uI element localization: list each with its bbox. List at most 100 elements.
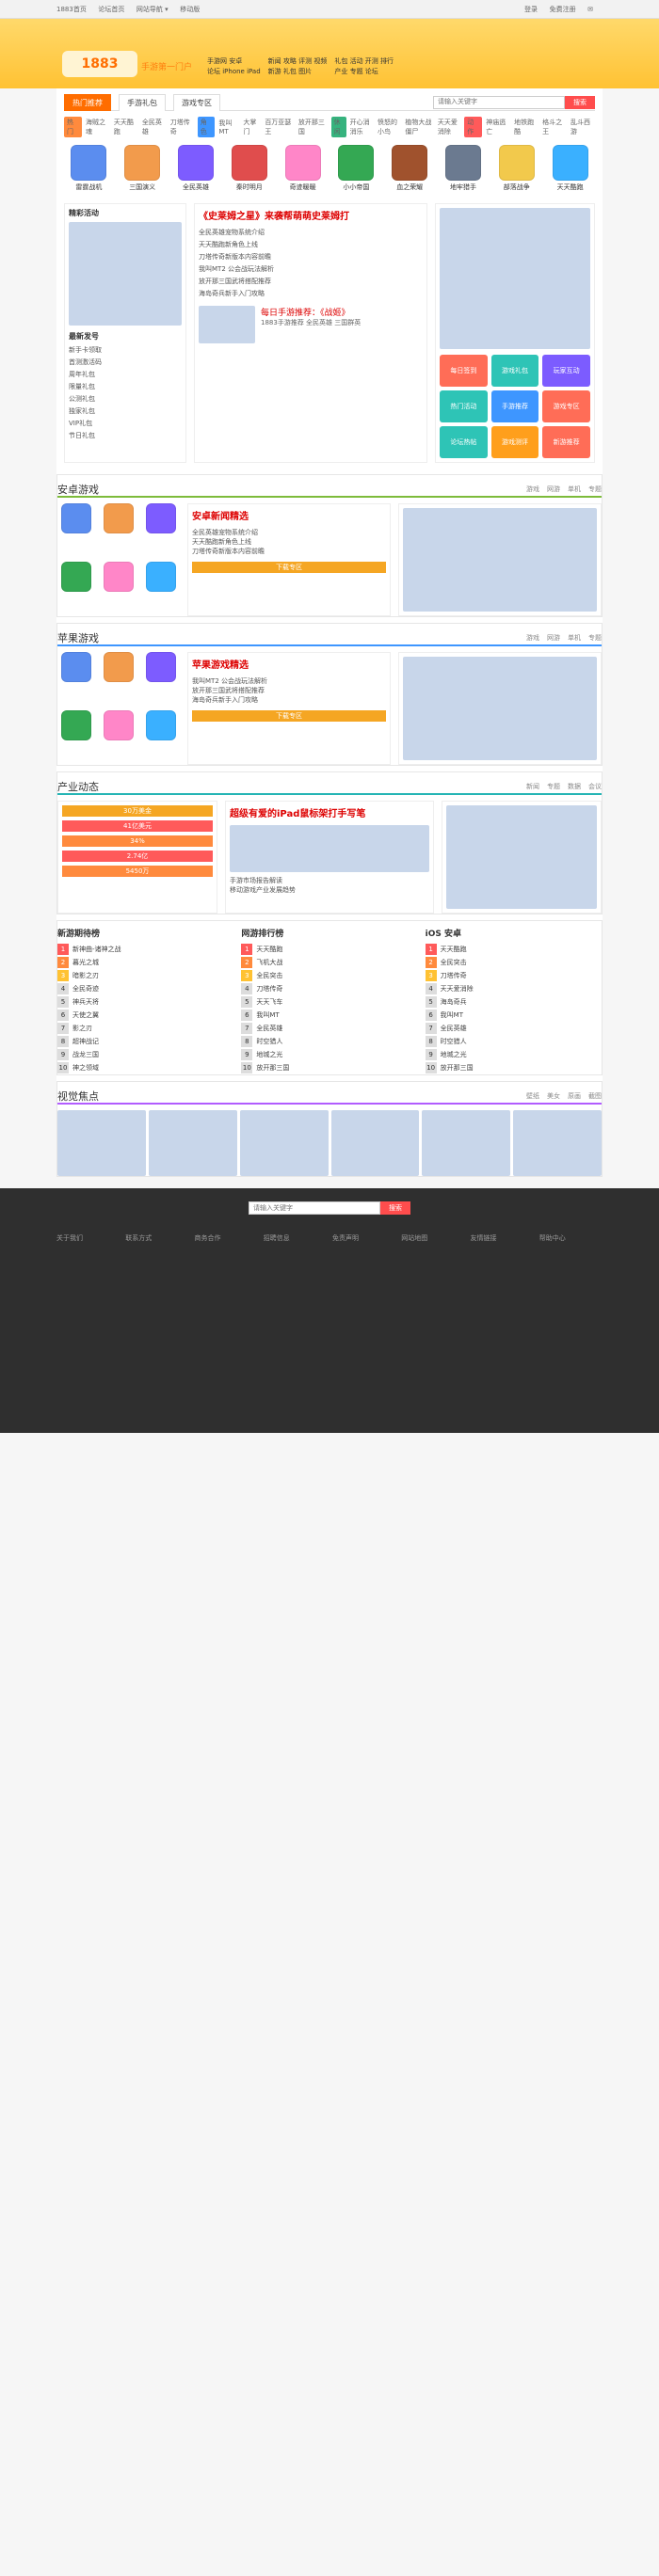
rank-row[interactable]: 1 天天酷跑 [241, 943, 417, 956]
ios-cta[interactable]: 下载专区 [192, 710, 386, 722]
rank-row[interactable]: 9 地城之光 [241, 1048, 417, 1061]
android-news-item[interactable]: 刀塔传奇新版本内容前瞻 [192, 547, 386, 556]
register-link[interactable]: 免费注册 [550, 6, 576, 13]
game-tile[interactable] [141, 503, 180, 558]
game-tile[interactable] [57, 652, 96, 707]
game-tile[interactable] [100, 710, 138, 765]
rank-row[interactable]: 10 放开那三国 [425, 1061, 602, 1074]
game-tile[interactable] [141, 562, 180, 616]
rank-row[interactable]: 2 暮光之城 [57, 956, 233, 969]
featured-game[interactable]: 奇迹暖暖 [278, 145, 328, 192]
android-news-item[interactable]: 天天酷跑新角色上线 [192, 537, 386, 547]
footer-link[interactable]: 商务合作 [195, 1232, 258, 1245]
tag-item[interactable]: 格斗之王 [542, 118, 567, 136]
search-button[interactable]: 搜索 [565, 95, 595, 109]
section-link[interactable]: 专题 [547, 782, 560, 791]
ios-news-item[interactable]: 我叫MT2 公会战玩法解析 [192, 676, 386, 686]
gallery-image[interactable] [513, 1110, 602, 1176]
game-tile[interactable] [57, 710, 96, 765]
headline[interactable]: 《史莱姆之星》来袭帮萌萌史莱姆打 [199, 208, 423, 223]
tag-item[interactable]: 大掌门 [243, 118, 261, 136]
rank-row[interactable]: 6 我叫MT [425, 1009, 602, 1022]
gift-item[interactable]: 新手卡领取 [69, 345, 182, 355]
rank-row[interactable]: 10 神之领域 [57, 1061, 233, 1074]
industry-image[interactable] [230, 825, 429, 872]
game-tile[interactable] [100, 562, 138, 616]
android-news-item[interactable]: 全民英雄宠物系统介绍 [192, 528, 386, 537]
featured-game[interactable]: 三国演义 [118, 145, 168, 192]
top-link[interactable]: 1883首页 [56, 6, 87, 13]
news-item[interactable]: 刀塔传奇新版本内容前瞻 [199, 252, 423, 262]
top-link[interactable]: 论坛首页 [98, 6, 124, 13]
top-link[interactable]: 网站导航 ▾ [137, 6, 169, 13]
tag-item[interactable]: 全民英雄 [142, 118, 167, 136]
footer-link[interactable]: 帮助中心 [539, 1232, 603, 1245]
feature-square[interactable]: 热门活动 [440, 390, 488, 422]
ios-headline[interactable]: 苹果游戏精选 [192, 657, 386, 672]
industry-item[interactable]: 手游市场报告解读 [230, 876, 429, 885]
footer-link[interactable]: 联系方式 [125, 1232, 188, 1245]
rank-row[interactable]: 9 战龙三国 [57, 1048, 233, 1061]
section-link[interactable]: 新闻 [526, 782, 539, 791]
game-tile[interactable] [100, 652, 138, 707]
tag-item[interactable]: 我叫MT [218, 119, 239, 135]
rank-row[interactable]: 9 地城之光 [425, 1048, 602, 1061]
footer-link[interactable]: 招聘信息 [264, 1232, 327, 1245]
section-link[interactable]: 网游 [547, 485, 560, 494]
tag-item[interactable]: 植物大战僵尸 [405, 118, 433, 136]
gift-item[interactable]: 独家礼包 [69, 406, 182, 416]
news-item[interactable]: 海岛奇兵新手入门攻略 [199, 289, 423, 298]
tag-item[interactable]: 地铁跑酷 [514, 118, 538, 136]
tag-item[interactable]: 愤怒的小鸟 [378, 118, 401, 136]
activity-image[interactable] [69, 222, 182, 326]
section-link[interactable]: 专题 [588, 633, 602, 643]
rank-row[interactable]: 4 全民奇迹 [57, 982, 233, 995]
tag-item[interactable]: 天天爱消除 [438, 118, 461, 136]
feature-square[interactable]: 论坛热帖 [440, 426, 488, 458]
section-link[interactable]: 美女 [547, 1091, 560, 1101]
feature-square[interactable]: 玩家互动 [542, 355, 590, 387]
section-link[interactable]: 壁纸 [526, 1091, 539, 1101]
industry-video-image[interactable] [446, 805, 597, 909]
featured-game[interactable]: 天天酷跑 [545, 145, 595, 192]
rank-row[interactable]: 7 影之刃 [57, 1022, 233, 1035]
feature-square[interactable]: 游戏测评 [490, 426, 539, 458]
gallery-image[interactable] [239, 1110, 329, 1176]
news-item[interactable]: 我叫MT2 公会战玩法解析 [199, 264, 423, 274]
tag-item[interactable]: 百万亚瑟王 [265, 118, 295, 136]
rank-row[interactable]: 3 全民突击 [241, 969, 417, 982]
tab-zone[interactable]: 游戏专区 [173, 93, 220, 111]
rank-row[interactable]: 3 暗影之刃 [57, 969, 233, 982]
industry-item[interactable]: 移动游戏产业发展趋势 [230, 885, 429, 895]
tab-hot[interactable]: 热门推荐 [64, 93, 111, 111]
section-link[interactable]: 会议 [588, 782, 602, 791]
site-logo[interactable]: 1883 [62, 51, 137, 77]
featured-game[interactable]: 部落战争 [491, 145, 541, 192]
rank-row[interactable]: 2 全民突击 [425, 956, 602, 969]
rank-row[interactable]: 1 天天酷跑 [425, 943, 602, 956]
login-link[interactable]: 登录 [524, 6, 538, 13]
rank-row[interactable]: 3 刀塔传奇 [425, 969, 602, 982]
ios-news-item[interactable]: 放开那三国武将搭配推荐 [192, 686, 386, 695]
gallery-image[interactable] [148, 1110, 237, 1176]
news-item[interactable]: 天天酷跑新角色上线 [199, 240, 423, 249]
gallery-image[interactable] [330, 1110, 420, 1176]
gift-item[interactable]: 限量礼包 [69, 382, 182, 391]
rank-row[interactable]: 5 神兵天将 [57, 995, 233, 1009]
gift-item[interactable]: 公测礼包 [69, 394, 182, 404]
promo-title[interactable]: 每日手游推荐：《战姬》 [261, 306, 361, 318]
footer-link[interactable]: 友情链接 [471, 1232, 534, 1245]
feature-square[interactable]: 手游推荐 [490, 390, 539, 422]
rank-row[interactable]: 7 全民英雄 [425, 1022, 602, 1035]
gallery-image[interactable] [422, 1110, 511, 1176]
android-cta[interactable]: 下载专区 [192, 562, 386, 573]
tag-item[interactable]: 放开那三国 [298, 118, 329, 136]
footer-link[interactable]: 免责声明 [332, 1232, 395, 1245]
game-tile[interactable] [141, 652, 180, 707]
section-link[interactable]: 数据 [568, 782, 581, 791]
rank-row[interactable]: 5 天天飞车 [241, 995, 417, 1009]
rank-row[interactable]: 2 飞机大战 [241, 956, 417, 969]
featured-game[interactable]: 小小帝国 [331, 145, 381, 192]
promo-image[interactable] [199, 306, 255, 343]
rank-row[interactable]: 8 超神战记 [57, 1035, 233, 1048]
